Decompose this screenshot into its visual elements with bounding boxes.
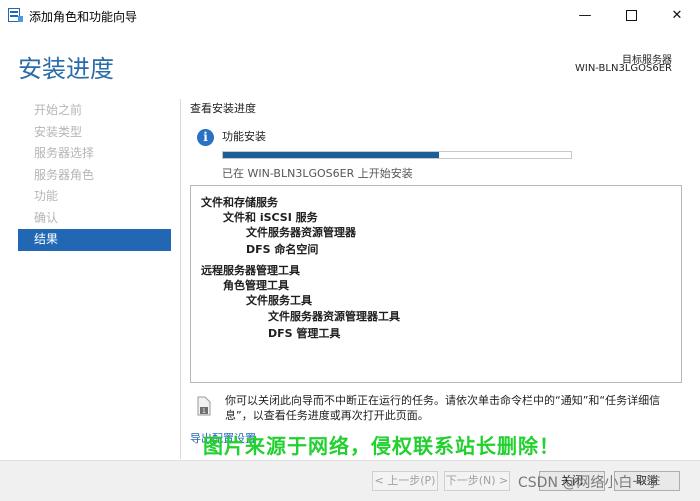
list-item: 文件和存储服务 — [201, 196, 278, 209]
svg-text:1: 1 — [202, 408, 206, 415]
notification-hint: 你可以关闭此向导而不中断正在运行的任务。请依次单击命令栏中的“通知”和“任务详细… — [225, 394, 661, 422]
minimize-icon: — — [578, 8, 592, 23]
title-bar: 添加角色和功能向导 — ✕ — [0, 0, 700, 31]
close-window-button[interactable]: ✕ — [654, 0, 700, 31]
list-item: 文件和 iSCSI 服务 — [223, 211, 318, 224]
nav-item-before-you-begin[interactable]: 开始之前 — [18, 100, 171, 122]
feature-installation-label: 功能安装 — [222, 130, 266, 143]
nav-item-features[interactable]: 功能 — [18, 186, 171, 208]
nav-item-installation-type[interactable]: 安装类型 — [18, 122, 171, 144]
nav-divider — [180, 99, 181, 459]
list-item: 角色管理工具 — [223, 279, 289, 292]
list-item: 文件服务器资源管理器 — [246, 226, 356, 239]
csdn-watermark: CSDN @网络小白一李 — [518, 475, 661, 491]
page-title: 安装进度 — [18, 55, 114, 83]
nav-item-confirmation[interactable]: 确认 — [18, 208, 171, 230]
list-item: 文件服务器资源管理器工具 — [268, 310, 400, 323]
source-overlay-text: 图片来源于网络，侵权联系站长删除！ — [203, 434, 560, 458]
nav-item-results[interactable]: 结果 — [18, 229, 171, 251]
results-list[interactable]: 文件和存储服务 文件和 iSCSI 服务 文件服务器资源管理器 DFS 命名空间… — [190, 185, 682, 383]
list-item: 远程服务器管理工具 — [201, 264, 300, 277]
nav-item-server-selection[interactable]: 服务器选择 — [18, 143, 171, 165]
installation-status-text: 已在 WIN-BLN3LGOS6ER 上开始安装 — [222, 167, 413, 180]
info-icon: i — [197, 129, 214, 146]
nav-item-server-roles[interactable]: 服务器角色 — [18, 165, 171, 187]
window-title: 添加角色和功能向导 — [29, 10, 138, 24]
maximize-icon — [625, 10, 637, 21]
installation-progress-bar — [222, 151, 572, 159]
server-manager-icon — [8, 8, 23, 22]
list-item: DFS 命名空间 — [246, 243, 319, 256]
progress-fill — [223, 152, 439, 158]
wizard-nav: 开始之前 安装类型 服务器选择 服务器角色 功能 确认 结果 — [18, 100, 171, 251]
list-item: DFS 管理工具 — [268, 327, 341, 340]
maximize-button[interactable] — [608, 0, 654, 31]
next-button[interactable]: 下一步(N) > — [444, 471, 510, 491]
close-icon: ✕ — [671, 8, 683, 23]
minimize-button[interactable]: — — [562, 0, 608, 31]
previous-button[interactable]: < 上一步(P) — [372, 471, 438, 491]
list-item: 文件服务工具 — [246, 294, 312, 307]
target-server-value: WIN-BLN3LGOS6ER — [574, 63, 672, 74]
notification-flag-icon: 1 — [197, 396, 211, 416]
section-title: 查看安装进度 — [190, 102, 256, 115]
